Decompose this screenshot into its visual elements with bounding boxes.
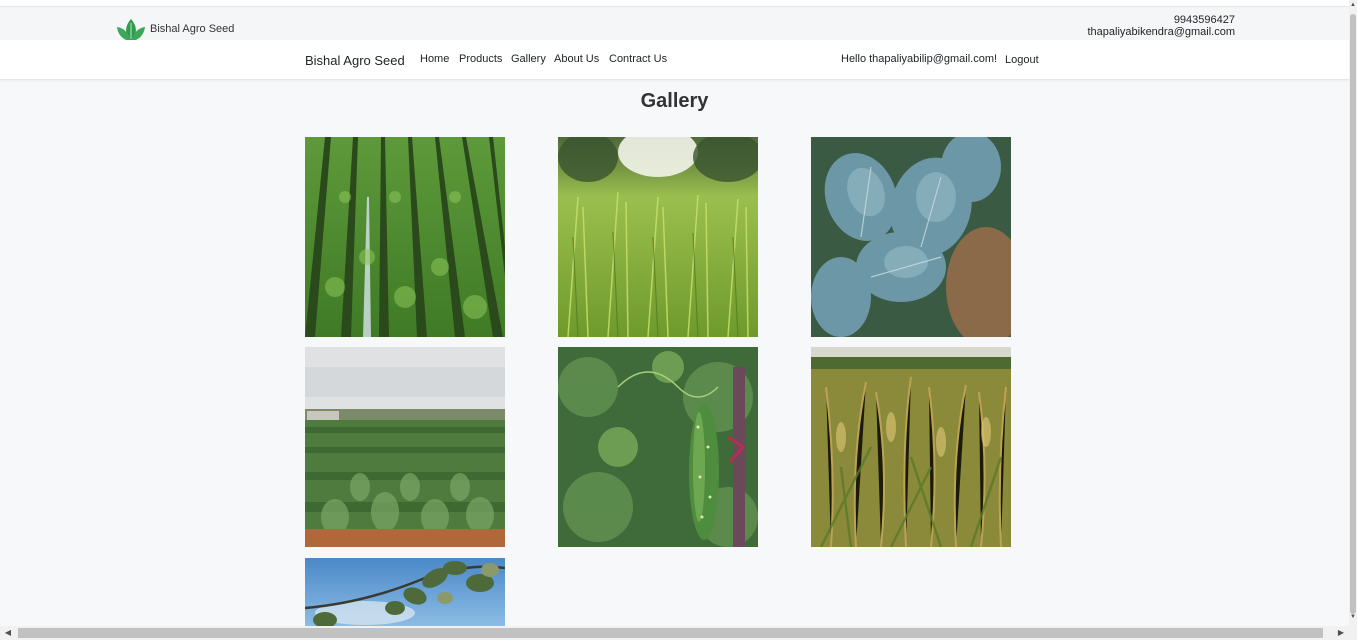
- scroll-right-arrow-icon[interactable]: ▶: [1333, 626, 1349, 640]
- contact-info: 9943596427 thapaliyabikendra@gmail.com: [1087, 14, 1235, 38]
- lettuce-field-rows-image[interactable]: [305, 137, 505, 337]
- vertical-scroll-thumb[interactable]: [1350, 14, 1356, 614]
- green-wheat-grass-image[interactable]: [558, 137, 758, 337]
- navbar-brand[interactable]: Bishal Agro Seed: [305, 53, 405, 68]
- user-greeting: Hello thapaliyabilip@gmail.com!: [841, 53, 998, 65]
- contact-email: thapaliyabikendra@gmail.com: [1087, 26, 1235, 38]
- scroll-up-arrow-icon[interactable]: ▲: [1349, 0, 1357, 10]
- tree-branch-sky-image[interactable]: [305, 558, 505, 626]
- nav-link-products[interactable]: Products: [459, 53, 502, 65]
- leaf-logo-icon[interactable]: [115, 15, 147, 43]
- scroll-left-arrow-icon[interactable]: ◀: [0, 626, 16, 640]
- horizontal-scroll-thumb[interactable]: [18, 628, 1323, 638]
- contact-phone: 9943596427: [1173, 14, 1235, 26]
- top-info-bar: Bishal Agro Seed 9943596427 thapaliyabik…: [0, 6, 1349, 41]
- cabbage-plant-image[interactable]: [811, 137, 1011, 337]
- topbar-brand-name: Bishal Agro Seed: [150, 23, 235, 35]
- nav-link-about-us[interactable]: About Us: [554, 53, 599, 65]
- vertical-scrollbar[interactable]: ▲ ▼: [1349, 0, 1357, 626]
- logout-link[interactable]: Logout: [1005, 54, 1039, 66]
- rice-paddy-image[interactable]: [811, 347, 1011, 547]
- nav-link-gallery[interactable]: Gallery: [511, 53, 546, 65]
- main-navbar: Bishal Agro Seed Home Products Gallery A…: [0, 40, 1349, 80]
- cucumber-vine-image[interactable]: [558, 347, 758, 547]
- nav-link-home[interactable]: Home: [420, 53, 449, 65]
- nav-link-contract-us[interactable]: Contract Us: [609, 53, 667, 65]
- leafy-crop-field-image[interactable]: [305, 347, 505, 547]
- horizontal-scrollbar[interactable]: ◀ ▶: [0, 626, 1357, 640]
- page-title: Gallery: [640, 90, 709, 112]
- scroll-down-arrow-icon[interactable]: ▼: [1349, 612, 1357, 622]
